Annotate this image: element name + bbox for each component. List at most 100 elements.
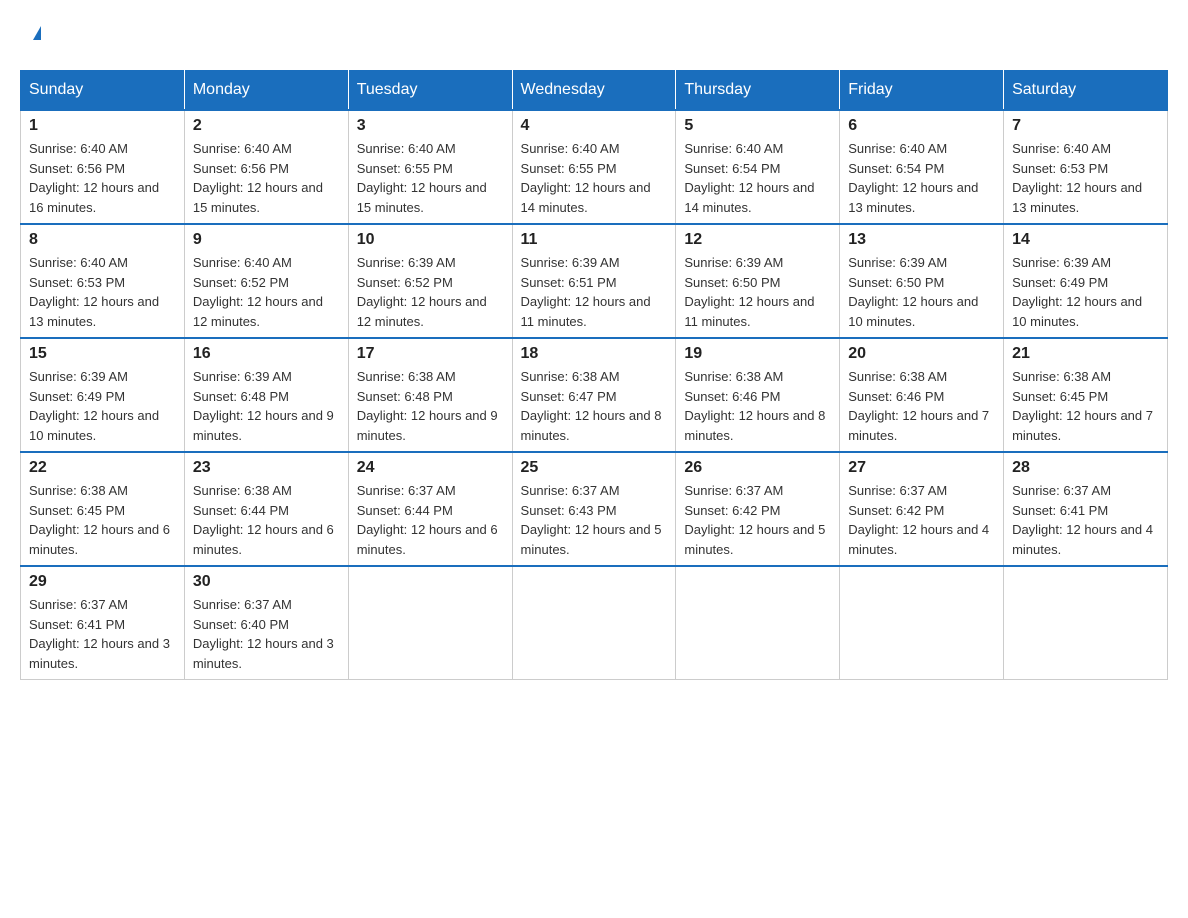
day-number: 10	[357, 231, 504, 249]
calendar-cell: 20 Sunrise: 6:38 AMSunset: 6:46 PMDayligh…	[840, 338, 1004, 452]
day-number: 16	[193, 345, 340, 363]
weekday-header-sunday: Sunday	[21, 71, 185, 111]
calendar-cell: 19 Sunrise: 6:38 AMSunset: 6:46 PMDayligh…	[676, 338, 840, 452]
calendar-cell: 1 Sunrise: 6:40 AMSunset: 6:56 PMDaylight…	[21, 110, 185, 224]
day-number: 15	[29, 345, 176, 363]
day-number: 5	[684, 117, 831, 135]
calendar-cell: 17 Sunrise: 6:38 AMSunset: 6:48 PMDayligh…	[348, 338, 512, 452]
day-number: 26	[684, 459, 831, 477]
weekday-header-thursday: Thursday	[676, 71, 840, 111]
calendar-table: SundayMondayTuesdayWednesdayThursdayFrid…	[20, 70, 1168, 680]
day-info: Sunrise: 6:40 AMSunset: 6:53 PMDaylight:…	[29, 253, 176, 331]
day-number: 11	[521, 231, 668, 249]
calendar-cell: 6 Sunrise: 6:40 AMSunset: 6:54 PMDaylight…	[840, 110, 1004, 224]
day-info: Sunrise: 6:38 AMSunset: 6:47 PMDaylight:…	[521, 367, 668, 445]
logo-triangle-icon	[33, 26, 41, 40]
day-number: 20	[848, 345, 995, 363]
calendar-cell: 7Sunrise: 6:40 AMSunset: 6:53 PMDaylight…	[1004, 110, 1168, 224]
calendar-cell: 4 Sunrise: 6:40 AMSunset: 6:55 PMDaylight…	[512, 110, 676, 224]
week-row-5: 29 Sunrise: 6:37 AMSunset: 6:41 PMDayligh…	[21, 566, 1168, 680]
calendar-cell: 21Sunrise: 6:38 AMSunset: 6:45 PMDayligh…	[1004, 338, 1168, 452]
calendar-cell	[348, 566, 512, 680]
calendar-cell: 11 Sunrise: 6:39 AMSunset: 6:51 PMDayligh…	[512, 224, 676, 338]
weekday-header-saturday: Saturday	[1004, 71, 1168, 111]
calendar-cell: 14 Sunrise: 6:39 AMSunset: 6:49 PMDayligh…	[1004, 224, 1168, 338]
day-info: Sunrise: 6:39 AMSunset: 6:50 PMDaylight:…	[684, 253, 831, 331]
day-info: Sunrise: 6:39 AMSunset: 6:49 PMDaylight:…	[29, 367, 176, 445]
day-info: Sunrise: 6:38 AMSunset: 6:45 PMDaylight:…	[29, 481, 176, 559]
day-info: Sunrise: 6:37 AMSunset: 6:41 PMDaylight:…	[1012, 481, 1159, 559]
day-number: 13	[848, 231, 995, 249]
logo	[20, 20, 51, 50]
week-row-2: 8 Sunrise: 6:40 AMSunset: 6:53 PMDaylight…	[21, 224, 1168, 338]
day-number: 8	[29, 231, 176, 249]
day-number: 7	[1012, 117, 1159, 135]
day-info: Sunrise: 6:38 AMSunset: 6:46 PMDaylight:…	[848, 367, 995, 445]
calendar-cell: 30Sunrise: 6:37 AMSunset: 6:40 PMDayligh…	[184, 566, 348, 680]
day-info: Sunrise: 6:40 AMSunset: 6:56 PMDaylight:…	[29, 139, 176, 217]
calendar-cell: 10 Sunrise: 6:39 AMSunset: 6:52 PMDayligh…	[348, 224, 512, 338]
day-info: Sunrise: 6:40 AMSunset: 6:54 PMDaylight:…	[848, 139, 995, 217]
day-info: Sunrise: 6:38 AMSunset: 6:46 PMDaylight:…	[684, 367, 831, 445]
day-number: 19	[684, 345, 831, 363]
day-info: Sunrise: 6:38 AMSunset: 6:48 PMDaylight:…	[357, 367, 504, 445]
calendar-cell: 24Sunrise: 6:37 AMSunset: 6:44 PMDayligh…	[348, 452, 512, 566]
week-row-1: 1 Sunrise: 6:40 AMSunset: 6:56 PMDaylight…	[21, 110, 1168, 224]
day-info: Sunrise: 6:37 AMSunset: 6:44 PMDaylight:…	[357, 481, 504, 559]
day-info: Sunrise: 6:37 AMSunset: 6:41 PMDaylight:…	[29, 595, 176, 673]
day-number: 25	[521, 459, 668, 477]
calendar-cell: 22Sunrise: 6:38 AMSunset: 6:45 PMDayligh…	[21, 452, 185, 566]
day-info: Sunrise: 6:40 AMSunset: 6:55 PMDaylight:…	[357, 139, 504, 217]
day-info: Sunrise: 6:37 AMSunset: 6:42 PMDaylight:…	[684, 481, 831, 559]
day-number: 4	[521, 117, 668, 135]
day-number: 28	[1012, 459, 1159, 477]
weekday-header-friday: Friday	[840, 71, 1004, 111]
calendar-cell: 16Sunrise: 6:39 AMSunset: 6:48 PMDayligh…	[184, 338, 348, 452]
day-info: Sunrise: 6:39 AMSunset: 6:51 PMDaylight:…	[521, 253, 668, 331]
calendar-cell: 13 Sunrise: 6:39 AMSunset: 6:50 PMDayligh…	[840, 224, 1004, 338]
calendar-cell: 27 Sunrise: 6:37 AMSunset: 6:42 PMDayligh…	[840, 452, 1004, 566]
calendar-cell: 15 Sunrise: 6:39 AMSunset: 6:49 PMDayligh…	[21, 338, 185, 452]
calendar-cell: 29 Sunrise: 6:37 AMSunset: 6:41 PMDayligh…	[21, 566, 185, 680]
day-info: Sunrise: 6:39 AMSunset: 6:52 PMDaylight:…	[357, 253, 504, 331]
calendar-cell: 25 Sunrise: 6:37 AMSunset: 6:43 PMDayligh…	[512, 452, 676, 566]
calendar-cell	[840, 566, 1004, 680]
day-info: Sunrise: 6:40 AMSunset: 6:52 PMDaylight:…	[193, 253, 340, 331]
day-info: Sunrise: 6:37 AMSunset: 6:40 PMDaylight:…	[193, 595, 340, 673]
day-number: 12	[684, 231, 831, 249]
week-row-3: 15 Sunrise: 6:39 AMSunset: 6:49 PMDayligh…	[21, 338, 1168, 452]
calendar-cell: 9 Sunrise: 6:40 AMSunset: 6:52 PMDaylight…	[184, 224, 348, 338]
day-number: 23	[193, 459, 340, 477]
day-info: Sunrise: 6:37 AMSunset: 6:42 PMDaylight:…	[848, 481, 995, 559]
day-info: Sunrise: 6:38 AMSunset: 6:44 PMDaylight:…	[193, 481, 340, 559]
calendar-cell: 3 Sunrise: 6:40 AMSunset: 6:55 PMDaylight…	[348, 110, 512, 224]
day-info: Sunrise: 6:39 AMSunset: 6:49 PMDaylight:…	[1012, 253, 1159, 331]
day-info: Sunrise: 6:40 AMSunset: 6:55 PMDaylight:…	[521, 139, 668, 217]
page-header	[20, 20, 1168, 50]
calendar-cell: 18 Sunrise: 6:38 AMSunset: 6:47 PMDayligh…	[512, 338, 676, 452]
day-info: Sunrise: 6:40 AMSunset: 6:54 PMDaylight:…	[684, 139, 831, 217]
calendar-cell	[512, 566, 676, 680]
day-number: 14	[1012, 231, 1159, 249]
calendar-cell: 23 Sunrise: 6:38 AMSunset: 6:44 PMDayligh…	[184, 452, 348, 566]
calendar-cell: 8 Sunrise: 6:40 AMSunset: 6:53 PMDaylight…	[21, 224, 185, 338]
day-info: Sunrise: 6:37 AMSunset: 6:43 PMDaylight:…	[521, 481, 668, 559]
day-info: Sunrise: 6:39 AMSunset: 6:50 PMDaylight:…	[848, 253, 995, 331]
calendar-cell: 2Sunrise: 6:40 AMSunset: 6:56 PMDaylight…	[184, 110, 348, 224]
day-number: 2	[193, 117, 340, 135]
day-number: 9	[193, 231, 340, 249]
day-number: 27	[848, 459, 995, 477]
day-number: 6	[848, 117, 995, 135]
calendar-cell	[1004, 566, 1168, 680]
week-row-4: 22Sunrise: 6:38 AMSunset: 6:45 PMDayligh…	[21, 452, 1168, 566]
day-number: 1	[29, 117, 176, 135]
weekday-header-monday: Monday	[184, 71, 348, 111]
calendar-cell: 12 Sunrise: 6:39 AMSunset: 6:50 PMDayligh…	[676, 224, 840, 338]
day-number: 3	[357, 117, 504, 135]
day-number: 17	[357, 345, 504, 363]
day-number: 21	[1012, 345, 1159, 363]
calendar-cell: 5 Sunrise: 6:40 AMSunset: 6:54 PMDaylight…	[676, 110, 840, 224]
day-number: 29	[29, 573, 176, 591]
day-number: 18	[521, 345, 668, 363]
weekday-header-tuesday: Tuesday	[348, 71, 512, 111]
